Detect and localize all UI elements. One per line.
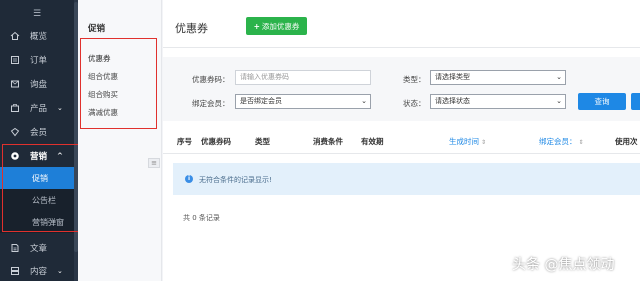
filter-panel: 优惠券码： 请输入优惠券码 类型： 请选择类型 ⌄ 绑定会员： 是否绑定会员 ⌄… — [163, 57, 640, 121]
sidebar-item-products[interactable]: 产品 ⌄ — [0, 96, 74, 120]
collapse-toggle-icon[interactable]: ≡ — [148, 158, 160, 168]
order-icon — [11, 56, 19, 64]
th-coupon-code: 优惠券码 — [201, 137, 231, 146]
coupon-code-input[interactable]: 请输入优惠券码 — [235, 70, 371, 85]
member-icon — [10, 127, 20, 137]
coupon-code-label: 优惠券码： — [192, 75, 230, 84]
sidebar-item-label: 订单 — [30, 56, 48, 66]
th-index: 序号 — [177, 137, 192, 146]
sidebar-item-overview[interactable]: 概览 — [0, 24, 74, 48]
plus-icon: + — [253, 21, 260, 31]
main-content: 优惠券 + 添加优惠券 优惠券码： 请输入优惠券码 类型： 请选择类型 ⌄ 绑定… — [163, 0, 640, 281]
type-select-value: 请选择类型 — [435, 73, 470, 81]
bind-member-label: 绑定会员： — [192, 99, 230, 108]
table-divider — [163, 153, 640, 154]
th-validity: 有效期 — [361, 137, 384, 146]
product-icon — [11, 104, 19, 112]
chevron-down-icon: ⌄ — [361, 97, 367, 105]
table-header-row: 序号 优惠券码 类型 消费条件 有效期 生成时间 ⇕ 绑定会员： ⇕ 使用次 — [163, 133, 640, 149]
type-select[interactable]: 请选择类型 ⌄ — [430, 70, 566, 85]
empty-records-text: 无符合条件的记录显示! — [199, 176, 272, 184]
article-icon — [11, 244, 19, 252]
chevron-down-icon: ⌄ — [556, 73, 562, 81]
sidebar-item-label: 文章 — [30, 244, 48, 254]
inquiry-icon — [11, 80, 19, 88]
page-title: 优惠券 — [175, 22, 208, 35]
home-icon — [10, 31, 20, 40]
status-select-value: 请选择状态 — [435, 97, 470, 105]
watermark-text: 头条 @焦点领动 — [512, 257, 615, 273]
sort-icon: ⇕ — [481, 139, 487, 146]
header-divider — [163, 47, 640, 48]
bind-member-select[interactable]: 是否绑定会员 ⌄ — [235, 94, 371, 109]
sidebar-item-label: 产品 — [30, 104, 48, 114]
add-coupon-label: 添加优惠券 — [261, 21, 300, 31]
th-usage-count: 使用次 — [615, 137, 638, 146]
main-sidebar: ☰ 概览 订单 询盘 产品 ⌄ 会员 营销 ^ 促销 公告栏 营销弹窗 文章 内… — [0, 0, 78, 281]
reset-button[interactable] — [631, 93, 640, 110]
chevron-down-icon: ⌄ — [57, 267, 63, 275]
bind-member-select-value: 是否绑定会员 — [240, 97, 282, 105]
chevron-down-icon: ⌄ — [57, 104, 63, 112]
sidebar-item-label: 询盘 — [30, 80, 48, 90]
sidebar-item-articles[interactable]: 文章 — [0, 236, 74, 260]
th-bound-member-label: 绑定会员： — [539, 137, 577, 146]
chevron-down-icon: ⌄ — [556, 97, 562, 105]
subnav-title: 促销 — [88, 24, 106, 34]
query-button[interactable]: 查询 — [578, 93, 626, 110]
status-label: 状态： — [403, 99, 426, 108]
record-total: 共 0 条记录 — [183, 214, 220, 222]
status-select[interactable]: 请选择状态 ⌄ — [430, 94, 566, 109]
sidebar-item-content[interactable]: 内容 ⌄ — [0, 259, 74, 281]
sidebar-item-label: 概览 — [30, 32, 48, 42]
type-label: 类型： — [403, 75, 426, 84]
highlight-box-subnav — [80, 38, 157, 129]
sidebar-item-label: 会员 — [30, 128, 48, 138]
th-created-time-label: 生成时间 — [449, 137, 479, 146]
sidebar-item-inquiry[interactable]: 询盘 — [0, 72, 74, 96]
hamburger-icon[interactable]: ☰ — [33, 9, 41, 19]
content-icon — [11, 267, 19, 275]
sidebar-item-orders[interactable]: 订单 — [0, 48, 74, 72]
sidebar-item-label: 内容 — [30, 267, 48, 277]
th-created-time[interactable]: 生成时间 ⇕ — [449, 136, 486, 147]
sort-icon: ⇕ — [578, 139, 584, 146]
th-bound-member[interactable]: 绑定会员： ⇕ — [539, 136, 584, 147]
highlight-box-marketing — [2, 144, 85, 232]
add-coupon-button[interactable]: + 添加优惠券 — [246, 17, 307, 35]
info-icon: i — [185, 175, 193, 183]
th-condition: 消费条件 — [313, 137, 343, 146]
th-type: 类型 — [255, 137, 270, 146]
empty-records-notice: i 无符合条件的记录显示! — [173, 163, 640, 195]
sidebar-item-members[interactable]: 会员 — [0, 120, 74, 144]
